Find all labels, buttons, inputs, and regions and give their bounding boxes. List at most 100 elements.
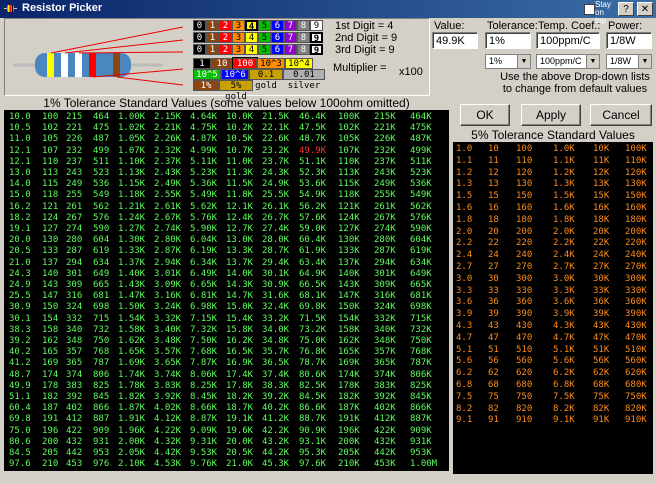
value-cell[interactable]: 182K <box>338 392 360 402</box>
value-cell[interactable]: 11.8K <box>226 190 253 200</box>
value-cell[interactable]: 768 <box>93 347 109 357</box>
value-cell[interactable]: 5.90K <box>190 224 217 234</box>
value-cell[interactable]: 499 <box>93 146 109 156</box>
digit-1-option[interactable]: 0 <box>193 20 206 31</box>
value-cell[interactable]: 365K <box>374 358 396 368</box>
digit-2-option[interactable]: 3 <box>232 32 245 43</box>
value-cell[interactable]: 150K <box>338 302 360 312</box>
value-cell[interactable]: 66.5K <box>299 280 326 290</box>
value-cell[interactable]: 221K <box>374 123 396 133</box>
value-cell[interactable]: 3.40K <box>154 325 181 335</box>
value-cell[interactable]: 75K <box>593 392 609 402</box>
value-cell[interactable]: 619K <box>410 246 432 256</box>
value-cell[interactable]: 562K <box>410 202 432 212</box>
value-cell[interactable]: 1.87K <box>118 403 145 413</box>
value-cell[interactable]: 619 <box>93 246 109 256</box>
value-cell[interactable]: 36K <box>593 297 609 307</box>
value-cell[interactable]: 620K <box>625 368 647 378</box>
value-cell[interactable]: 249K <box>374 179 396 189</box>
value-cell[interactable]: 4.3 <box>456 321 472 331</box>
value-cell[interactable]: 549K <box>410 190 432 200</box>
value-cell[interactable]: 43.2K <box>262 437 289 447</box>
value-cell[interactable]: 75.0K <box>299 336 326 346</box>
value-cell[interactable]: 910K <box>625 415 647 425</box>
value-cell[interactable]: 430K <box>625 321 647 331</box>
digit-3-option[interactable]: 2 <box>219 44 232 55</box>
value-cell[interactable]: 665K <box>410 280 432 290</box>
value-cell[interactable]: 215 <box>66 112 82 122</box>
stay-on-top-box[interactable] <box>584 4 595 15</box>
value-cell[interactable]: 1.10K <box>118 157 145 167</box>
value-cell[interactable]: 332 <box>66 314 82 324</box>
value-cell[interactable]: 3.6 <box>456 297 472 307</box>
value-cell[interactable]: 3.57K <box>154 347 181 357</box>
value-cell[interactable]: 30.1 <box>9 314 31 324</box>
value-cell[interactable]: 38.3 <box>9 325 31 335</box>
value-cell[interactable]: 140 <box>42 269 58 279</box>
value-cell[interactable]: 110 <box>516 156 532 166</box>
value-cell[interactable]: 432 <box>66 437 82 447</box>
digit-1-option[interactable]: 7 <box>284 20 297 31</box>
value-cell[interactable]: 432K <box>374 437 396 447</box>
value-cell[interactable]: 15K <box>593 191 609 201</box>
digit-3-option[interactable]: 5 <box>258 44 271 55</box>
value-cell[interactable]: 18K <box>593 215 609 225</box>
value-cell[interactable]: 680 <box>516 380 532 390</box>
value-cell[interactable]: 36 <box>488 297 499 307</box>
value-cell[interactable]: 649 <box>93 269 109 279</box>
value-cell[interactable]: 13K <box>593 179 609 189</box>
value-cell[interactable]: 17.8K <box>226 381 253 391</box>
value-cell[interactable]: 29.4K <box>262 258 289 268</box>
digit-1-option[interactable]: 8 <box>297 20 310 31</box>
value-cell[interactable]: 1.3 <box>456 179 472 189</box>
value-cell[interactable]: 806 <box>93 370 109 380</box>
value-cell[interactable]: 698 <box>93 302 109 312</box>
value-cell[interactable]: 715 <box>93 314 109 324</box>
value-cell[interactable]: 909K <box>410 426 432 436</box>
mult-100[interactable]: 100 <box>232 57 258 70</box>
value-cell[interactable]: 19.1 <box>9 224 31 234</box>
value-cell[interactable]: 1.33K <box>118 246 145 256</box>
value-cell[interactable]: 412K <box>374 414 396 424</box>
value-cell[interactable]: 931 <box>93 437 109 447</box>
value-cell[interactable]: 511 <box>93 157 109 167</box>
value-cell[interactable]: 348K <box>374 336 396 346</box>
value-cell[interactable]: 34.0K <box>262 325 289 335</box>
value-cell[interactable]: 287K <box>374 246 396 256</box>
value-cell[interactable]: 1.91K <box>118 414 145 424</box>
value-cell[interactable]: 340 <box>66 325 82 335</box>
value-cell[interactable]: 20.0 <box>9 235 31 245</box>
value-cell[interactable]: 464K <box>410 112 432 122</box>
value-cell[interactable]: 4.42K <box>154 448 181 458</box>
value-cell[interactable]: 665 <box>93 280 109 290</box>
value-cell[interactable]: 360K <box>625 297 647 307</box>
value-cell[interactable]: 165K <box>338 347 360 357</box>
value-cell[interactable]: 100K <box>338 112 360 122</box>
value-cell[interactable]: 88.7K <box>299 414 326 424</box>
value-cell[interactable]: 73.2K <box>299 325 326 335</box>
value-cell[interactable]: 220K <box>625 238 647 248</box>
value-cell[interactable]: 121 <box>42 202 58 212</box>
value-cell[interactable]: 390 <box>516 309 532 319</box>
value-cell[interactable]: 390K <box>625 309 647 319</box>
value-cell[interactable]: 110 <box>42 157 58 167</box>
value-cell[interactable]: 243 <box>66 168 82 178</box>
value-cell[interactable]: 105K <box>338 134 360 144</box>
value-cell[interactable]: 15 <box>488 191 499 201</box>
value-cell[interactable]: 422K <box>374 426 396 436</box>
value-cell[interactable]: 162K <box>338 336 360 346</box>
value-cell[interactable]: 634K <box>410 258 432 268</box>
value-cell[interactable]: 80.6 <box>9 437 31 447</box>
value-cell[interactable]: 340K <box>374 325 396 335</box>
value-cell[interactable]: 105 <box>42 134 58 144</box>
value-cell[interactable]: 20K <box>593 227 609 237</box>
value-cell[interactable]: 374K <box>374 370 396 380</box>
value-cell[interactable]: 52.3K <box>299 168 326 178</box>
value-cell[interactable]: 210 <box>42 459 58 469</box>
digit-2-option[interactable]: 1 <box>206 32 219 43</box>
mult-1000[interactable]: 10^3 <box>257 58 285 69</box>
value-cell[interactable]: 76.8K <box>299 347 326 357</box>
value-cell[interactable]: 261K <box>374 202 396 212</box>
value-cell[interactable]: 3.0K <box>553 274 575 284</box>
chevron-down-icon[interactable]: ▼ <box>586 55 599 68</box>
